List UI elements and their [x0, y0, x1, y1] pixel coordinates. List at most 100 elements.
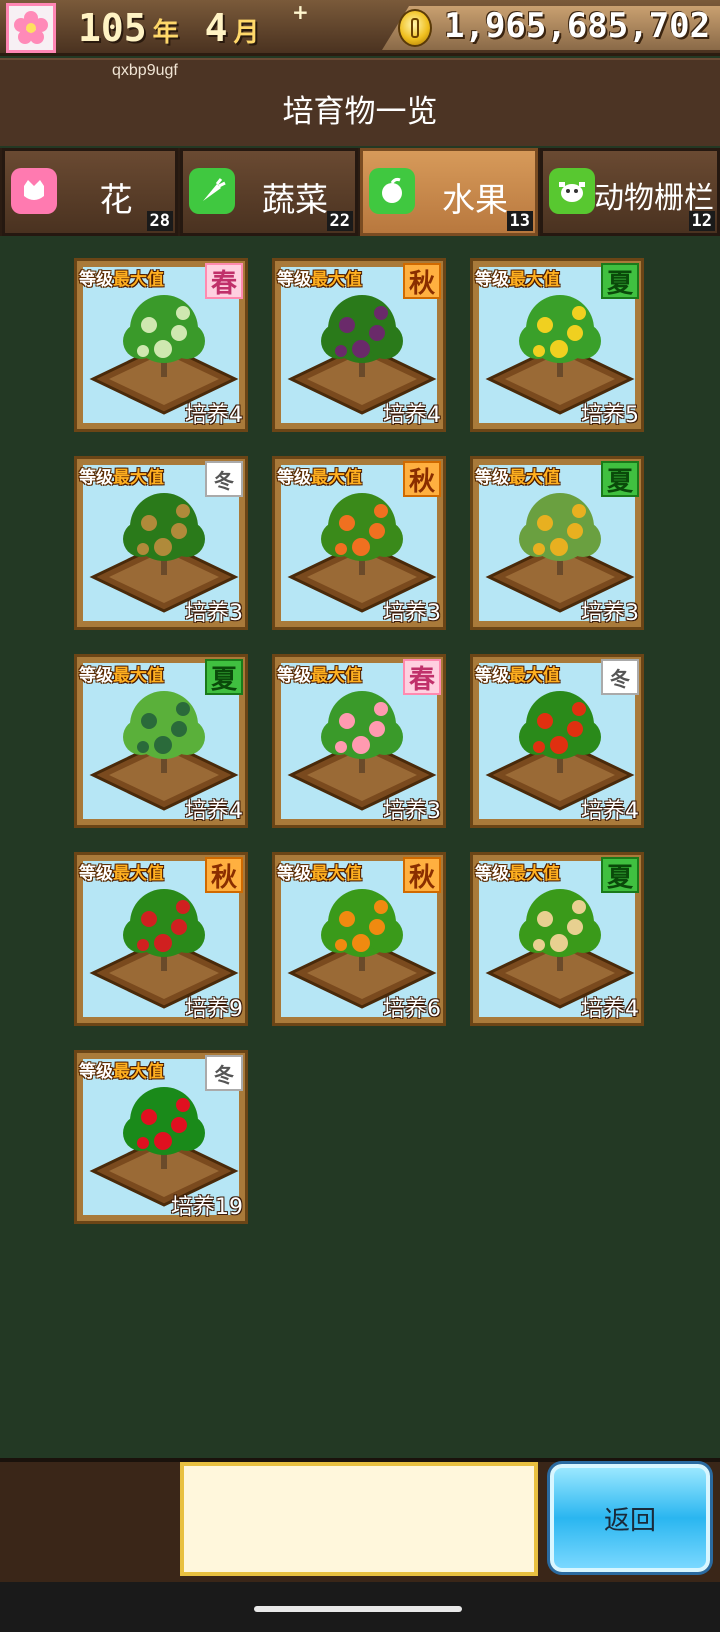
level-label: 等级 — [475, 468, 509, 488]
culture-count: 培养9 — [185, 997, 243, 1022]
season-badge: 秋 — [403, 461, 441, 497]
level-value: 最大值 — [509, 270, 560, 290]
coin-icon — [398, 9, 432, 47]
tab-flowers[interactable]: 花 28 — [2, 148, 178, 236]
page-title: 培育物一览 — [282, 94, 438, 130]
fruit-card[interactable]: 等级 最大值 夏 培养4 — [470, 852, 644, 1026]
fruit-card[interactable]: 等级 最大值 冬 培养19 — [74, 1050, 248, 1224]
tab-count: 28 — [146, 211, 173, 231]
level-label: 等级 — [79, 270, 113, 290]
culture-count: 培养3 — [581, 601, 639, 626]
cow-icon — [549, 168, 595, 214]
culture-count: 培养4 — [185, 403, 243, 428]
level-label: 等级 — [475, 270, 509, 290]
level-label: 等级 — [277, 270, 311, 290]
season-badge: 秋 — [403, 263, 441, 299]
fruit-card[interactable]: 等级 最大值 秋 培养6 — [272, 852, 446, 1026]
level-badge: 等级 最大值 — [79, 661, 164, 686]
level-value: 最大值 — [509, 666, 560, 686]
fruit-card[interactable]: 等级 最大值 夏 培养3 — [470, 456, 644, 630]
message-box — [180, 1462, 538, 1576]
fruit-card[interactable]: 等级 最大值 冬 培养4 — [470, 654, 644, 828]
season-badge: 冬 — [601, 659, 639, 695]
tab-vegetables[interactable]: 蔬菜 22 — [180, 148, 358, 236]
level-badge: 等级 最大值 — [475, 265, 560, 290]
fruit-card[interactable]: 等级 最大值 秋 培养4 — [272, 258, 446, 432]
month-unit: 月 — [233, 18, 260, 48]
level-label: 等级 — [277, 666, 311, 686]
back-button[interactable]: 返回 — [550, 1464, 710, 1572]
month-value: 4 — [204, 6, 228, 50]
level-value: 最大值 — [311, 864, 362, 884]
fruit-card[interactable]: 等级 最大值 秋 培养9 — [74, 852, 248, 1026]
level-value: 最大值 — [509, 468, 560, 488]
level-label: 等级 — [475, 666, 509, 686]
level-value: 最大值 — [113, 468, 164, 488]
fruit-card[interactable]: 等级 最大值 夏 培养4 — [74, 654, 248, 828]
culture-count: 培养6 — [383, 997, 441, 1022]
culture-count: 培养4 — [581, 997, 639, 1022]
season-badge: 冬 — [205, 461, 243, 497]
level-value: 最大值 — [113, 270, 164, 290]
culture-count: 培养4 — [185, 799, 243, 824]
level-value: 最大值 — [311, 666, 362, 686]
culture-count: 培养3 — [185, 601, 243, 626]
level-value: 最大值 — [113, 1062, 164, 1082]
season-badge: 夏 — [601, 461, 639, 497]
level-label: 等级 — [475, 864, 509, 884]
level-badge: 等级 最大值 — [277, 463, 362, 488]
level-badge: 等级 最大值 — [277, 265, 362, 290]
season-badge: 春 — [205, 263, 243, 299]
level-value: 最大值 — [113, 666, 164, 686]
fruit-card[interactable]: 等级 最大值 夏 培养5 — [470, 258, 644, 432]
carrot-icon — [189, 168, 235, 214]
season-badge: 秋 — [205, 857, 243, 893]
culture-count: 培养4 — [383, 403, 441, 428]
level-badge: 等级 最大值 — [475, 859, 560, 884]
level-label: 等级 — [79, 864, 113, 884]
season-badge: 夏 — [205, 659, 243, 695]
year-value: 105 — [78, 6, 147, 50]
player-avatar[interactable] — [6, 3, 56, 53]
level-badge: 等级 最大值 — [277, 859, 362, 884]
tab-count: 13 — [506, 211, 533, 231]
culture-count: 培养3 — [383, 601, 441, 626]
year-unit: 年 — [152, 18, 179, 48]
culture-count: 培养4 — [581, 799, 639, 824]
category-tabs: 花 28 蔬菜 22 水果 13 动物栅栏 12 — [0, 148, 720, 236]
username: qxbp9ugf — [112, 62, 178, 79]
tab-count: 12 — [688, 211, 715, 231]
level-label: 等级 — [79, 666, 113, 686]
flower-icon — [11, 168, 57, 214]
culture-count: 培养19 — [171, 1195, 243, 1220]
level-badge: 等级 最大值 — [79, 265, 164, 290]
level-label: 等级 — [277, 864, 311, 884]
level-badge: 等级 最大值 — [79, 1057, 164, 1082]
level-value: 最大值 — [113, 864, 164, 884]
tab-animal-pens[interactable]: 动物栅栏 12 — [540, 148, 720, 236]
level-value: 最大值 — [311, 270, 362, 290]
fruit-card[interactable]: 等级 最大值 春 培养4 — [74, 258, 248, 432]
level-label: 等级 — [277, 468, 311, 488]
fruit-card[interactable]: 等级 最大值 秋 培养3 — [272, 456, 446, 630]
level-value: 最大值 — [311, 468, 362, 488]
home-indicator[interactable] — [254, 1606, 462, 1612]
season-badge: 夏 — [601, 857, 639, 893]
season-badge: 夏 — [601, 263, 639, 299]
tab-fruits[interactable]: 水果 13 — [360, 148, 538, 236]
season-badge: 春 — [403, 659, 441, 695]
level-badge: 等级 最大值 — [475, 463, 560, 488]
fruit-card[interactable]: 等级 最大值 冬 培养3 — [74, 456, 248, 630]
level-badge: 等级 最大值 — [277, 661, 362, 686]
cherry-blossom-icon — [14, 11, 48, 44]
culture-count: 培养3 — [383, 799, 441, 824]
level-badge: 等级 最大值 — [475, 661, 560, 686]
level-badge: 等级 最大值 — [79, 463, 164, 488]
season-badge: 冬 — [205, 1055, 243, 1091]
fruit-card[interactable]: 等级 最大值 春 培养3 — [272, 654, 446, 828]
season-badge: 秋 — [403, 857, 441, 893]
culture-count: 培养5 — [581, 403, 639, 428]
apple-icon — [369, 168, 415, 214]
money-amount: 1,965,685,702 — [444, 6, 711, 46]
date-plus-mark: + — [292, 0, 309, 24]
